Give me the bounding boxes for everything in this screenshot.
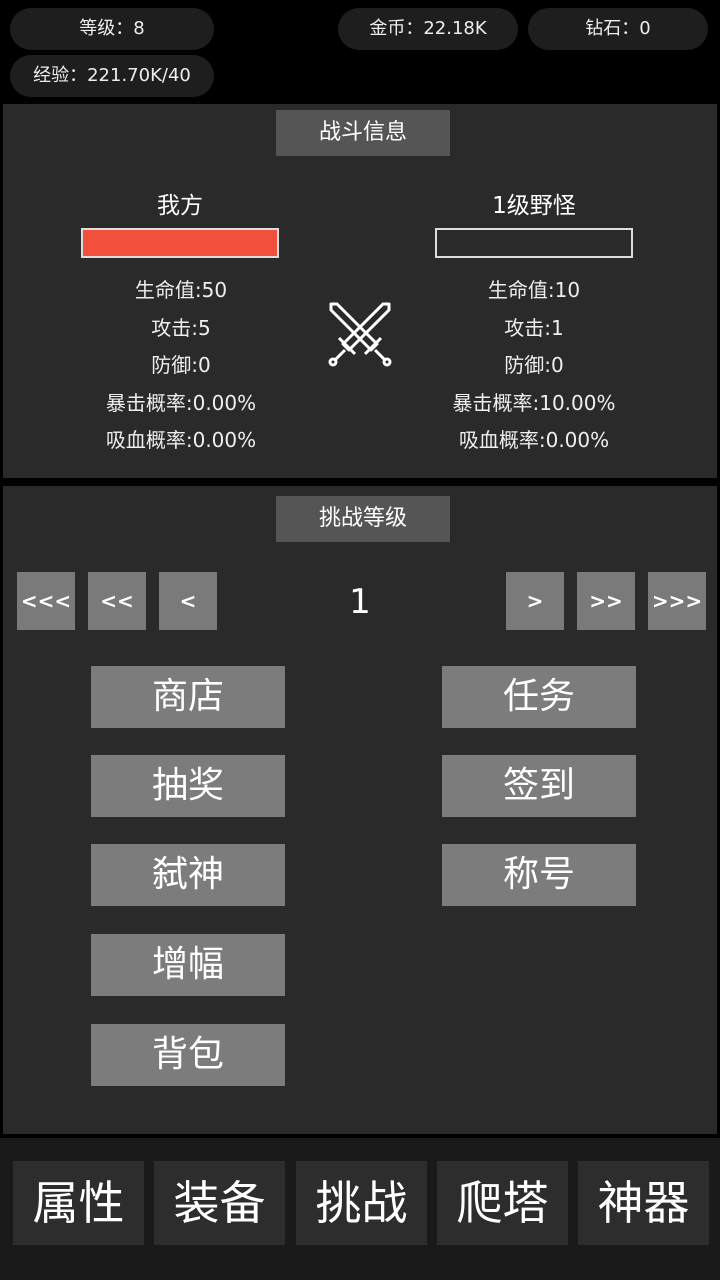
player-stat-defense: 防御:0: [151, 353, 211, 377]
backpack-button[interactable]: 背包: [91, 1024, 285, 1086]
challenge-level-number: 1: [349, 582, 371, 622]
task-button[interactable]: 任务: [442, 666, 636, 728]
tab-tower[interactable]: 爬塔: [437, 1161, 568, 1245]
enemy-stat-lifesteal: 吸血概率:0.00%: [458, 428, 610, 452]
enemy-stat-attack: 攻击:1: [504, 316, 564, 340]
player-stat-hp: 生命值:50: [134, 278, 228, 302]
lottery-button[interactable]: 抽奖: [91, 755, 285, 817]
enemy-name: 1级野怪: [492, 193, 576, 219]
enemy-stat-hp: 生命值:10: [487, 278, 581, 302]
tab-attributes[interactable]: 属性: [13, 1161, 144, 1245]
tab-artifact[interactable]: 神器: [578, 1161, 709, 1245]
level-prev-button[interactable]: <: [159, 572, 217, 630]
crossed-swords-icon: [325, 298, 395, 368]
player-hp-bar: [81, 228, 279, 258]
player-name: 我方: [157, 193, 203, 219]
player-stat-crit: 暴击概率:0.00%: [105, 391, 257, 415]
level-prev10-button[interactable]: <<: [88, 572, 146, 630]
enemy-stat-defense: 防御:0: [504, 353, 564, 377]
enemy-hp-bar: [435, 228, 633, 258]
level-display: 等级：8: [10, 8, 214, 50]
diamond-display: 钻石：0: [528, 8, 708, 50]
shop-button[interactable]: 商店: [91, 666, 285, 728]
tab-challenge[interactable]: 挑战: [296, 1161, 427, 1245]
enemy-stat-crit: 暴击概率:10.00%: [452, 391, 616, 415]
gold-display: 金币：22.18K: [338, 8, 518, 50]
level-last-button[interactable]: >>>: [648, 572, 706, 630]
level-first-button[interactable]: <<<: [17, 572, 75, 630]
challenge-title: 挑战等级: [276, 496, 450, 542]
battle-info-panel: 战斗信息 我方 生命值:50 攻击:5 防御:0 暴击概率:0.00% 吸血概率…: [3, 104, 717, 478]
tab-equipment[interactable]: 装备: [154, 1161, 285, 1245]
battle-info-title: 战斗信息: [276, 110, 450, 156]
player-stat-lifesteal: 吸血概率:0.00%: [105, 428, 257, 452]
signin-button[interactable]: 签到: [442, 755, 636, 817]
player-stat-attack: 攻击:5: [151, 316, 211, 340]
godslayer-button[interactable]: 弑神: [91, 844, 285, 906]
player-hp-fill: [83, 230, 277, 256]
amplify-button[interactable]: 增幅: [91, 934, 285, 996]
level-next10-button[interactable]: >>: [577, 572, 635, 630]
exp-display: 经验：221.70K/40: [10, 55, 214, 97]
title-button[interactable]: 称号: [442, 844, 636, 906]
level-next-button[interactable]: >: [506, 572, 564, 630]
